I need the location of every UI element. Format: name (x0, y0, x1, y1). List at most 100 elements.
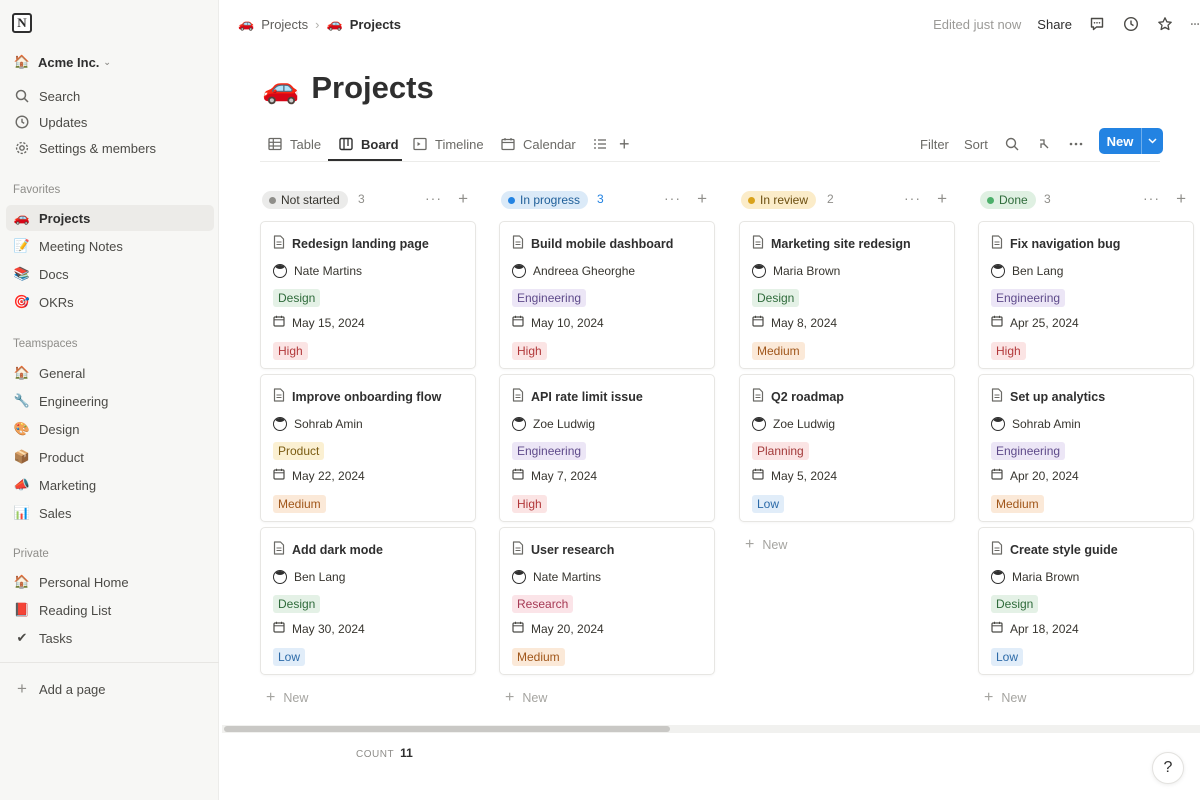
priority-tag: Low (273, 648, 306, 666)
tab-calendar[interactable]: Calendar (500, 130, 576, 158)
add-view-button[interactable]: + (619, 130, 630, 158)
sidebar-item-projects[interactable]: 🚗 Projects (6, 205, 214, 231)
sidebar-item-label: Sales (39, 505, 72, 521)
board-column-in-review: In review 2 ··· + Marketing site redesign Mar… (739, 188, 955, 553)
avatar-icon (991, 417, 1005, 431)
plus-icon[interactable]: + (458, 189, 468, 209)
team-tag: Engineering (512, 442, 587, 460)
tab-list[interactable] (592, 130, 608, 158)
due-date: Apr 25, 2024 (1010, 315, 1079, 330)
add-page-button[interactable]: + Add a page (6, 676, 214, 702)
sidebar-item-updates[interactable]: Updates (6, 109, 214, 135)
assignee-name: Maria Brown (1012, 570, 1080, 584)
sidebar-item-sales[interactable]: 📊 Sales (6, 500, 214, 526)
breadcrumb-item[interactable]: Projects (261, 17, 308, 32)
more-icon[interactable] (1068, 130, 1084, 158)
board-card[interactable]: Redesign landing page Nate Martins Design M… (260, 221, 476, 369)
page-title: 🚗 Projects (262, 66, 434, 110)
tab-table[interactable]: Table (267, 130, 321, 158)
comment-icon[interactable] (1088, 15, 1106, 33)
car-icon[interactable]: 🚗 (262, 71, 299, 106)
priority-tag: High (991, 342, 1026, 360)
new-button[interactable]: New (1099, 128, 1163, 154)
sidebar-item-tasks[interactable]: ✔ Tasks (6, 625, 214, 651)
more-icon[interactable]: ··· (425, 190, 442, 206)
plus-icon: + (984, 689, 994, 706)
help-button[interactable]: ? (1152, 752, 1184, 784)
page-title-text[interactable]: Projects (311, 70, 433, 106)
card-priority: Medium (752, 342, 805, 360)
add-card-button[interactable]: + New (505, 689, 547, 707)
tab-timeline[interactable]: Timeline (412, 130, 484, 158)
card-team: Engineering (512, 442, 587, 460)
status-label: Done (999, 193, 1028, 207)
more-icon[interactable]: ··· (664, 190, 681, 206)
sidebar-item-label: Projects (39, 210, 91, 226)
board-card[interactable]: Create style guide Maria Brown Design Apr 1… (978, 527, 1194, 675)
assignee-name: Zoe Ludwig (533, 417, 596, 431)
chevron-down-icon[interactable] (1142, 136, 1163, 147)
sidebar-item-docs[interactable]: 📚 Docs (6, 261, 214, 287)
chevron-down-icon: ⌄ (103, 56, 111, 67)
board-card[interactable]: Fix navigation bug Ben Lang Engineering Apr… (978, 221, 1194, 369)
board-card[interactable]: Build mobile dashboard Andreea Gheorghe En… (499, 221, 715, 369)
sidebar-item-meeting-notes[interactable]: 📝 Meeting Notes (6, 233, 214, 259)
column-count: 3 (1044, 192, 1051, 206)
board-card[interactable]: Set up analytics Sohrab Amin Engineering Ap… (978, 374, 1194, 522)
clock-icon (14, 115, 30, 129)
board-card[interactable]: Add dark mode Ben Lang Design May 30, 2024 L… (260, 527, 476, 675)
sidebar-item-label: General (39, 365, 86, 381)
status-pill[interactable]: Done (980, 191, 1036, 209)
filter-button[interactable]: Filter (920, 130, 949, 158)
search-icon[interactable] (1005, 130, 1019, 158)
house-icon: 🏠 (13, 574, 31, 589)
card-title-text: Fix navigation bug (1010, 236, 1121, 251)
sidebar-item-product[interactable]: 📦 Product (6, 444, 214, 470)
board-card[interactable]: Improve onboarding flow Sohrab Amin Produc… (260, 374, 476, 522)
plus-icon[interactable]: + (697, 189, 707, 209)
card-date: May 30, 2024 (273, 621, 365, 636)
sidebar-item-marketing[interactable]: 📣 Marketing (6, 472, 214, 498)
sidebar-item-reading-list[interactable]: 📕 Reading List (6, 597, 214, 623)
horizontal-scrollbar-thumb[interactable] (224, 726, 670, 732)
more-icon[interactable]: ··· (904, 190, 921, 206)
sidebar-item-engineering[interactable]: 🔧 Engineering (6, 388, 214, 414)
sidebar-item-search[interactable]: Search (6, 83, 214, 109)
sidebar-item-okrs[interactable]: 🎯 OKRs (6, 289, 214, 315)
page-icon (273, 388, 285, 405)
board-card[interactable]: Q2 roadmap Zoe Ludwig Planning May 5, 2024 L… (739, 374, 955, 522)
sidebar-item-general[interactable]: 🏠 General (6, 360, 214, 386)
history-icon[interactable] (1122, 15, 1140, 33)
sidebar-item-design[interactable]: 🎨 Design (6, 416, 214, 442)
share-button[interactable]: Share (1037, 17, 1072, 32)
more-icon[interactable] (1190, 15, 1200, 33)
board-card[interactable]: Marketing site redesign Maria Brown Design… (739, 221, 955, 369)
add-card-label: New (522, 691, 548, 705)
card-priority: Low (752, 495, 785, 513)
add-card-button[interactable]: + New (266, 689, 308, 707)
sidebar-item-label: Tasks (39, 630, 73, 646)
sidebar-item-personal-home[interactable]: 🏠 Personal Home (6, 569, 214, 595)
plus-icon[interactable]: + (1176, 189, 1186, 209)
tab-board[interactable]: Board (338, 130, 399, 158)
more-icon[interactable]: ··· (1143, 190, 1160, 206)
workspace-switcher[interactable]: 🏠 Acme Inc. ⌄ (14, 52, 111, 72)
sidebar-item-label: Personal Home (39, 574, 129, 590)
add-card-label: New (762, 538, 788, 552)
add-card-button[interactable]: + New (745, 536, 787, 554)
star-icon[interactable] (1156, 15, 1174, 33)
sort-button[interactable]: Sort (964, 130, 988, 158)
sidebar-item-settings[interactable]: Settings & members (6, 135, 214, 161)
breadcrumb-item[interactable]: Projects (350, 17, 401, 32)
status-pill[interactable]: In progress (501, 191, 589, 209)
plus-icon[interactable]: + (937, 189, 947, 209)
automation-icon[interactable] (1037, 130, 1051, 158)
status-pill[interactable]: In review (741, 191, 817, 209)
page-icon (991, 541, 1003, 558)
status-pill[interactable]: Not started (262, 191, 348, 209)
notion-logo[interactable]: N (12, 13, 32, 33)
board-card[interactable]: User research Nate Martins Research May 20,… (499, 527, 715, 675)
count-label: COUNT (356, 749, 395, 760)
board-card[interactable]: API rate limit issue Zoe Ludwig Engineerin… (499, 374, 715, 522)
add-card-button[interactable]: + New (984, 689, 1026, 707)
